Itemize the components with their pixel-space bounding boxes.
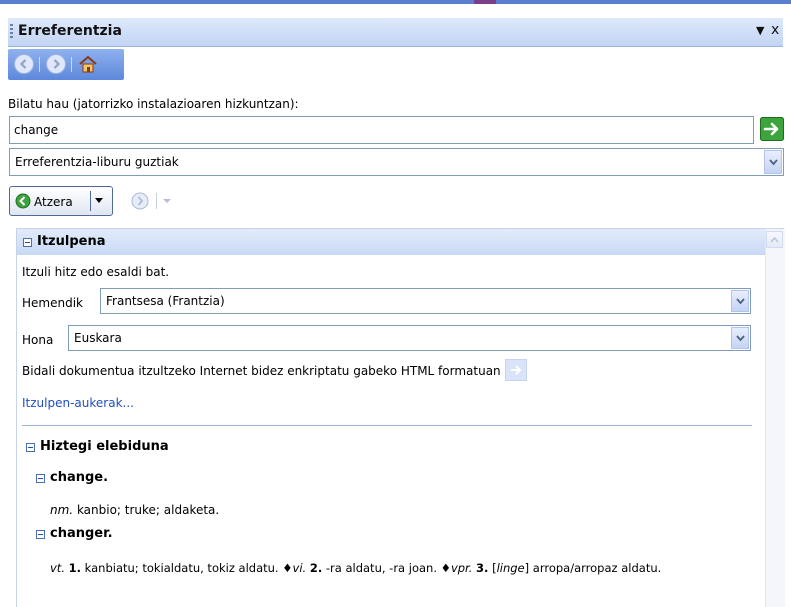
part-of-speech: vi. (292, 561, 307, 575)
to-language-select[interactable]: Euskara (68, 325, 751, 351)
translation-section-header[interactable]: Itzulpena (17, 229, 765, 255)
section-divider (22, 425, 752, 426)
sense-number: 1. (68, 561, 82, 575)
part-of-speech: vt. (50, 561, 65, 575)
nav-separator (71, 57, 72, 72)
entry-definition: vt. 1. kanbiatu; tokialdatu, tokiz aldat… (50, 561, 662, 575)
send-document-text: Bidali dokumentua itzultzeko Internet bi… (22, 364, 501, 378)
green-back-icon (15, 193, 31, 209)
dictionary-heading: Hiztegi elebiduna (40, 439, 169, 454)
chevron-down-icon[interactable] (731, 290, 749, 312)
to-language-value: Euskara (74, 331, 122, 345)
collapse-toggle-icon[interactable] (23, 238, 32, 247)
back-button-label: Atzera (34, 195, 73, 209)
entry-headword: changer. (50, 526, 113, 541)
definition-text: arropa/arropaz aldatu. (532, 561, 662, 575)
sense-bullet: ♦ (440, 561, 451, 575)
nav-separator (39, 57, 40, 72)
entry-definition: nm. kanbio; truke; aldaketa. (50, 503, 219, 517)
forward-button-disabled[interactable] (130, 189, 180, 213)
top-tab-fragment (474, 0, 496, 4)
reference-scope-select[interactable]: Erreferentzia-liburu guztiak (9, 148, 784, 176)
sense-number: 2. (309, 561, 323, 575)
green-arrow-right-icon[interactable] (760, 117, 784, 141)
collapse-toggle-icon[interactable] (36, 530, 45, 539)
split-divider (90, 191, 91, 211)
top-strip (0, 0, 791, 14)
entry-headword: change. (50, 470, 109, 485)
scroll-up-icon[interactable] (766, 231, 783, 248)
chevron-down-icon[interactable] (731, 327, 749, 349)
send-arrow-icon[interactable] (505, 359, 527, 381)
sense-number: 3. (476, 561, 489, 575)
part-of-speech: vpr. (450, 561, 473, 575)
top-window-edge (0, 0, 791, 4)
from-language-value: Frantsesa (Frantzia) (106, 294, 225, 308)
translation-options-link[interactable]: Itzulpen-aukerak... (22, 396, 134, 410)
collapse-toggle-icon[interactable] (26, 443, 35, 452)
chevron-down-icon[interactable] (764, 150, 782, 174)
pane-close-icon[interactable]: x (771, 22, 779, 38)
search-label: Bilatu hau (jatorrizko instalazioaren hi… (8, 97, 299, 111)
part-of-speech: nm. (50, 503, 74, 517)
definition-text: -ra aldatu, -ra joan. (325, 561, 437, 575)
search-input[interactable] (9, 116, 754, 144)
scrollbar-track[interactable] (765, 229, 785, 607)
sense-bullet: ♦ (282, 561, 293, 575)
translation-heading: Itzulpena (37, 234, 106, 249)
back-circle-icon[interactable] (14, 54, 34, 74)
usage-tag: linge (496, 561, 525, 575)
forward-circle-icon[interactable] (46, 54, 66, 74)
translation-instruction: Itzuli hitz edo esaldi bat. (22, 265, 170, 279)
drag-grip-icon[interactable] (10, 24, 13, 40)
reference-scope-value: Erreferentzia-liburu guztiak (15, 155, 179, 169)
pane-menu-chevron-icon[interactable]: ▼ (756, 24, 764, 37)
collapse-toggle-icon[interactable] (36, 474, 45, 483)
from-language-label: Hemendik (22, 296, 83, 310)
home-icon[interactable] (78, 54, 98, 74)
task-pane-titlebar: Erreferentzia ▼ x (8, 18, 783, 47)
definition-text: kanbiatu; tokialdatu, tokiz aldatu. (84, 561, 279, 575)
definition-text: kanbio; truke; aldaketa. (76, 503, 220, 517)
navigation-toolbar (8, 49, 124, 80)
pane-title: Erreferentzia (18, 23, 122, 39)
back-button[interactable]: Atzera (9, 186, 113, 216)
back-dropdown-arrow-icon[interactable] (95, 198, 103, 203)
from-language-select[interactable]: Frantsesa (Frantzia) (100, 288, 751, 314)
results-panel (16, 228, 784, 607)
to-language-label: Hona (22, 333, 54, 347)
